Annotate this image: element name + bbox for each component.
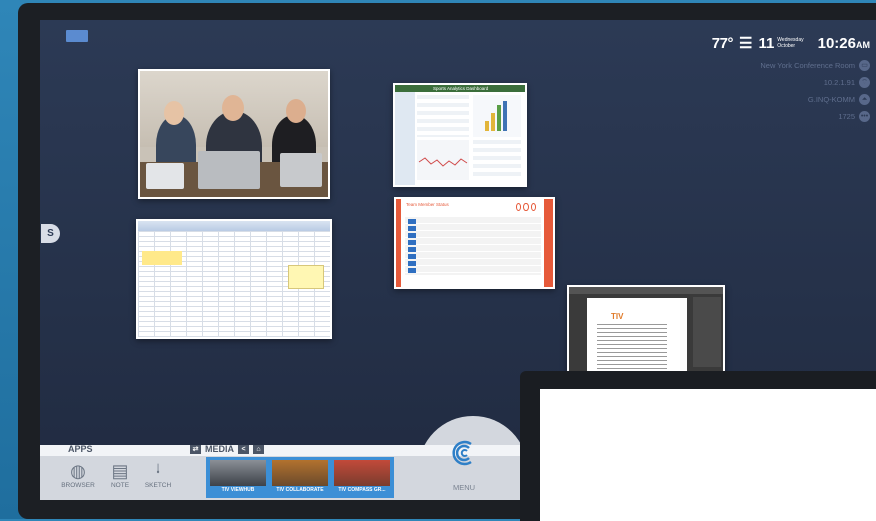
- media-back-button[interactable]: <: [238, 444, 249, 454]
- side-launcher-button[interactable]: S: [41, 224, 60, 243]
- dashboard-titlebar: Sports Analytics Dashboard: [395, 85, 525, 92]
- note-app[interactable]: ▤ NOTE: [100, 460, 140, 489]
- media-label-compass: TIV COMPASS GR...: [338, 487, 386, 493]
- info-ip: 10.2.1.91 ⌔: [824, 77, 870, 88]
- foreground-monitor: [520, 371, 876, 521]
- laptop-1: [146, 163, 184, 189]
- participant-3-head: [286, 99, 306, 123]
- media-title: MEDIA: [205, 444, 234, 454]
- dashboard-summary-table: [473, 140, 521, 180]
- spreadsheet-highlight: [142, 251, 182, 265]
- apps-title: APPS: [68, 444, 93, 454]
- dashboard-bar-chart: [473, 95, 521, 137]
- participant-2-head: [222, 95, 244, 121]
- date-day: 11: [758, 35, 775, 52]
- dashboard-title: Sports Analytics Dashboard: [433, 86, 489, 91]
- task-form-window[interactable]: Team Member Status: [394, 197, 555, 289]
- video-call-window[interactable]: [138, 69, 330, 199]
- status-bar: 77° ☰ 11 Wednesday October 10:26AM: [712, 34, 870, 52]
- media-label-viewhub: TIV VIEWHUB: [221, 487, 255, 493]
- media-header: ⇄ MEDIA < ⌂: [190, 444, 264, 454]
- note-label: NOTE: [110, 482, 130, 489]
- laptop-2: [198, 151, 260, 189]
- sketch-app[interactable]: ᛍ SKETCH: [138, 460, 178, 489]
- analytics-dashboard-window[interactable]: Sports Analytics Dashboard: [393, 83, 527, 187]
- clock: 10:26AM: [818, 35, 870, 52]
- menu-logo-icon[interactable]: [449, 438, 479, 468]
- form-left-bar: [396, 199, 401, 287]
- clock-time: 10:26: [817, 35, 856, 52]
- room-name: New York Conference Room: [760, 61, 855, 70]
- dashboard-sidebar: [395, 92, 415, 185]
- media-thumb-compass[interactable]: [334, 460, 390, 486]
- media-strip: TIV VIEWHUB TIV COLLABORATE TIV COMPASS …: [206, 457, 394, 498]
- form-right-bar: [544, 199, 553, 287]
- monitor-icon: ▭: [859, 60, 870, 71]
- browser-app[interactable]: ◍ BROWSER: [58, 460, 98, 489]
- sketch-label: SKETCH: [144, 482, 172, 489]
- temperature: 77°: [711, 35, 734, 52]
- wifi-icon: ⌔: [859, 77, 870, 88]
- browser-label: BROWSER: [61, 482, 95, 489]
- doc-text-lines: [597, 324, 667, 370]
- network-name: G.INQ-KOMM: [807, 95, 855, 104]
- doc-side-panel: [693, 297, 721, 367]
- waveform-icon: ᛍ: [152, 461, 164, 481]
- access-code: 1725: [838, 112, 855, 121]
- laptop-3: [280, 153, 322, 187]
- form-row-markers: [408, 219, 416, 273]
- media-thumb-collaborate[interactable]: [272, 460, 328, 486]
- month: October: [777, 43, 796, 49]
- media-toggle-icon[interactable]: ⇄: [190, 444, 201, 454]
- form-title: Team Member Status: [406, 202, 449, 207]
- corner-tab[interactable]: [66, 30, 88, 42]
- form-buttons[interactable]: [516, 203, 536, 211]
- spreadsheet-window[interactable]: [136, 219, 332, 339]
- form-rows: [405, 217, 541, 275]
- globe-icon: ◍: [70, 461, 86, 481]
- doc-toolbar: [569, 287, 723, 294]
- note-icon: ▤: [111, 461, 129, 481]
- clock-ampm: AM: [856, 40, 870, 50]
- line-chart-svg: [418, 157, 468, 167]
- info-room: New York Conference Room ▭: [760, 60, 870, 71]
- doc-logo: TIV: [611, 312, 624, 321]
- document-editor-window[interactable]: TIV: [567, 285, 725, 375]
- network-icon: ⏶: [859, 94, 870, 105]
- more-icon: •••: [859, 111, 870, 122]
- spreadsheet-toolbar: [138, 221, 330, 231]
- media-thumb-viewhub[interactable]: [210, 460, 266, 486]
- spreadsheet-note: [288, 265, 324, 289]
- info-code: 1725 •••: [838, 111, 870, 122]
- date-text: Wednesday October: [777, 37, 803, 49]
- media-home-button[interactable]: ⌂: [253, 444, 264, 454]
- media-label-collaborate: TIV COLLABORATE: [276, 487, 324, 493]
- info-network: G.INQ-KOMM ⏶: [808, 94, 870, 105]
- ip-address: 10.2.1.91: [823, 78, 855, 87]
- dashboard-table: [417, 95, 469, 137]
- doc-page: TIV: [587, 298, 687, 373]
- foreground-monitor-screen: [540, 389, 876, 521]
- participant-1-head: [164, 101, 184, 125]
- dashboard-line-chart: [417, 140, 469, 180]
- menu-label[interactable]: MENU: [449, 483, 479, 492]
- wind-icon: ☰: [738, 35, 753, 52]
